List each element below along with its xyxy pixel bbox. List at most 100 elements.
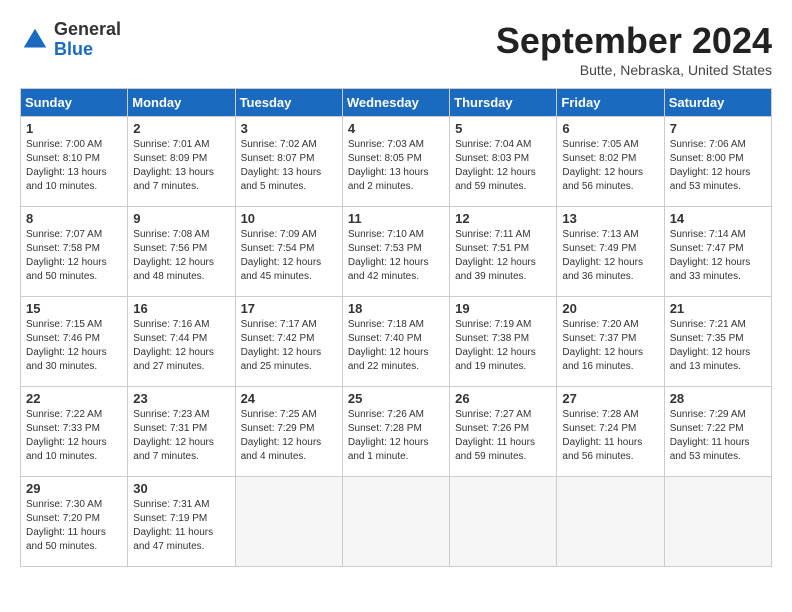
day-number: 1 bbox=[26, 121, 122, 136]
calendar-table: SundayMondayTuesdayWednesdayThursdayFrid… bbox=[20, 88, 772, 567]
day-number: 12 bbox=[455, 211, 551, 226]
day-number: 4 bbox=[348, 121, 444, 136]
day-number: 20 bbox=[562, 301, 658, 316]
day-number: 8 bbox=[26, 211, 122, 226]
calendar-day-cell: 21 Sunrise: 7:21 AM Sunset: 7:35 PM Dayl… bbox=[664, 297, 771, 387]
day-info: Sunrise: 7:23 AM Sunset: 7:31 PM Dayligh… bbox=[133, 408, 229, 464]
day-number: 5 bbox=[455, 121, 551, 136]
calendar-week-row: 15 Sunrise: 7:15 AM Sunset: 7:46 PM Dayl… bbox=[21, 297, 772, 387]
day-info: Sunrise: 7:21 AM Sunset: 7:35 PM Dayligh… bbox=[670, 318, 766, 374]
calendar-day-cell: 14 Sunrise: 7:14 AM Sunset: 7:47 PM Dayl… bbox=[664, 207, 771, 297]
calendar-day-cell: 17 Sunrise: 7:17 AM Sunset: 7:42 PM Dayl… bbox=[235, 297, 342, 387]
weekday-header: Monday bbox=[128, 89, 235, 117]
day-info: Sunrise: 7:30 AM Sunset: 7:20 PM Dayligh… bbox=[26, 498, 122, 554]
day-info: Sunrise: 7:07 AM Sunset: 7:58 PM Dayligh… bbox=[26, 228, 122, 284]
day-info: Sunrise: 7:25 AM Sunset: 7:29 PM Dayligh… bbox=[241, 408, 337, 464]
logo-text: General Blue bbox=[54, 20, 121, 60]
day-number: 6 bbox=[562, 121, 658, 136]
calendar-day-cell: 16 Sunrise: 7:16 AM Sunset: 7:44 PM Dayl… bbox=[128, 297, 235, 387]
weekday-header: Sunday bbox=[21, 89, 128, 117]
day-info: Sunrise: 7:00 AM Sunset: 8:10 PM Dayligh… bbox=[26, 138, 122, 194]
day-info: Sunrise: 7:05 AM Sunset: 8:02 PM Dayligh… bbox=[562, 138, 658, 194]
calendar-day-cell: 3 Sunrise: 7:02 AM Sunset: 8:07 PM Dayli… bbox=[235, 117, 342, 207]
day-number: 23 bbox=[133, 391, 229, 406]
calendar-day-cell bbox=[557, 477, 664, 567]
calendar-day-cell: 1 Sunrise: 7:00 AM Sunset: 8:10 PM Dayli… bbox=[21, 117, 128, 207]
day-info: Sunrise: 7:13 AM Sunset: 7:49 PM Dayligh… bbox=[562, 228, 658, 284]
day-number: 22 bbox=[26, 391, 122, 406]
day-number: 11 bbox=[348, 211, 444, 226]
day-info: Sunrise: 7:20 AM Sunset: 7:37 PM Dayligh… bbox=[562, 318, 658, 374]
weekday-header: Friday bbox=[557, 89, 664, 117]
calendar-header-row: SundayMondayTuesdayWednesdayThursdayFrid… bbox=[21, 89, 772, 117]
calendar-week-row: 1 Sunrise: 7:00 AM Sunset: 8:10 PM Dayli… bbox=[21, 117, 772, 207]
day-info: Sunrise: 7:17 AM Sunset: 7:42 PM Dayligh… bbox=[241, 318, 337, 374]
weekday-header: Saturday bbox=[664, 89, 771, 117]
day-info: Sunrise: 7:06 AM Sunset: 8:00 PM Dayligh… bbox=[670, 138, 766, 194]
day-info: Sunrise: 7:16 AM Sunset: 7:44 PM Dayligh… bbox=[133, 318, 229, 374]
calendar-day-cell: 28 Sunrise: 7:29 AM Sunset: 7:22 PM Dayl… bbox=[664, 387, 771, 477]
day-number: 7 bbox=[670, 121, 766, 136]
calendar-week-row: 8 Sunrise: 7:07 AM Sunset: 7:58 PM Dayli… bbox=[21, 207, 772, 297]
calendar-day-cell: 25 Sunrise: 7:26 AM Sunset: 7:28 PM Dayl… bbox=[342, 387, 449, 477]
calendar-day-cell: 5 Sunrise: 7:04 AM Sunset: 8:03 PM Dayli… bbox=[450, 117, 557, 207]
day-number: 19 bbox=[455, 301, 551, 316]
day-number: 24 bbox=[241, 391, 337, 406]
month-title: September 2024 bbox=[496, 20, 772, 62]
title-area: September 2024 Butte, Nebraska, United S… bbox=[496, 20, 772, 78]
day-number: 10 bbox=[241, 211, 337, 226]
calendar-day-cell: 8 Sunrise: 7:07 AM Sunset: 7:58 PM Dayli… bbox=[21, 207, 128, 297]
calendar-day-cell: 20 Sunrise: 7:20 AM Sunset: 7:37 PM Dayl… bbox=[557, 297, 664, 387]
calendar-day-cell: 26 Sunrise: 7:27 AM Sunset: 7:26 PM Dayl… bbox=[450, 387, 557, 477]
calendar-day-cell: 18 Sunrise: 7:18 AM Sunset: 7:40 PM Dayl… bbox=[342, 297, 449, 387]
calendar-day-cell: 27 Sunrise: 7:28 AM Sunset: 7:24 PM Dayl… bbox=[557, 387, 664, 477]
day-info: Sunrise: 7:18 AM Sunset: 7:40 PM Dayligh… bbox=[348, 318, 444, 374]
calendar-day-cell: 29 Sunrise: 7:30 AM Sunset: 7:20 PM Dayl… bbox=[21, 477, 128, 567]
day-info: Sunrise: 7:31 AM Sunset: 7:19 PM Dayligh… bbox=[133, 498, 229, 554]
logo-icon bbox=[20, 25, 50, 55]
calendar-week-row: 29 Sunrise: 7:30 AM Sunset: 7:20 PM Dayl… bbox=[21, 477, 772, 567]
day-info: Sunrise: 7:09 AM Sunset: 7:54 PM Dayligh… bbox=[241, 228, 337, 284]
day-info: Sunrise: 7:03 AM Sunset: 8:05 PM Dayligh… bbox=[348, 138, 444, 194]
day-info: Sunrise: 7:02 AM Sunset: 8:07 PM Dayligh… bbox=[241, 138, 337, 194]
day-number: 17 bbox=[241, 301, 337, 316]
location: Butte, Nebraska, United States bbox=[496, 62, 772, 78]
weekday-header: Thursday bbox=[450, 89, 557, 117]
calendar-day-cell: 2 Sunrise: 7:01 AM Sunset: 8:09 PM Dayli… bbox=[128, 117, 235, 207]
calendar-day-cell bbox=[342, 477, 449, 567]
day-info: Sunrise: 7:11 AM Sunset: 7:51 PM Dayligh… bbox=[455, 228, 551, 284]
calendar-day-cell: 4 Sunrise: 7:03 AM Sunset: 8:05 PM Dayli… bbox=[342, 117, 449, 207]
day-number: 28 bbox=[670, 391, 766, 406]
calendar-day-cell: 23 Sunrise: 7:23 AM Sunset: 7:31 PM Dayl… bbox=[128, 387, 235, 477]
day-info: Sunrise: 7:28 AM Sunset: 7:24 PM Dayligh… bbox=[562, 408, 658, 464]
day-number: 30 bbox=[133, 481, 229, 496]
day-info: Sunrise: 7:01 AM Sunset: 8:09 PM Dayligh… bbox=[133, 138, 229, 194]
day-info: Sunrise: 7:10 AM Sunset: 7:53 PM Dayligh… bbox=[348, 228, 444, 284]
calendar-day-cell: 7 Sunrise: 7:06 AM Sunset: 8:00 PM Dayli… bbox=[664, 117, 771, 207]
logo-general: General bbox=[54, 19, 121, 39]
day-info: Sunrise: 7:22 AM Sunset: 7:33 PM Dayligh… bbox=[26, 408, 122, 464]
weekday-header: Wednesday bbox=[342, 89, 449, 117]
calendar-day-cell: 13 Sunrise: 7:13 AM Sunset: 7:49 PM Dayl… bbox=[557, 207, 664, 297]
calendar-day-cell: 6 Sunrise: 7:05 AM Sunset: 8:02 PM Dayli… bbox=[557, 117, 664, 207]
day-number: 29 bbox=[26, 481, 122, 496]
logo: General Blue bbox=[20, 20, 121, 60]
day-number: 15 bbox=[26, 301, 122, 316]
calendar-day-cell: 11 Sunrise: 7:10 AM Sunset: 7:53 PM Dayl… bbox=[342, 207, 449, 297]
day-info: Sunrise: 7:14 AM Sunset: 7:47 PM Dayligh… bbox=[670, 228, 766, 284]
day-number: 26 bbox=[455, 391, 551, 406]
day-number: 13 bbox=[562, 211, 658, 226]
calendar-day-cell bbox=[235, 477, 342, 567]
calendar-week-row: 22 Sunrise: 7:22 AM Sunset: 7:33 PM Dayl… bbox=[21, 387, 772, 477]
calendar-day-cell: 10 Sunrise: 7:09 AM Sunset: 7:54 PM Dayl… bbox=[235, 207, 342, 297]
day-info: Sunrise: 7:19 AM Sunset: 7:38 PM Dayligh… bbox=[455, 318, 551, 374]
calendar-day-cell bbox=[664, 477, 771, 567]
calendar-day-cell bbox=[450, 477, 557, 567]
logo-blue: Blue bbox=[54, 39, 93, 59]
day-info: Sunrise: 7:04 AM Sunset: 8:03 PM Dayligh… bbox=[455, 138, 551, 194]
calendar-day-cell: 9 Sunrise: 7:08 AM Sunset: 7:56 PM Dayli… bbox=[128, 207, 235, 297]
calendar-day-cell: 19 Sunrise: 7:19 AM Sunset: 7:38 PM Dayl… bbox=[450, 297, 557, 387]
day-number: 3 bbox=[241, 121, 337, 136]
calendar-day-cell: 24 Sunrise: 7:25 AM Sunset: 7:29 PM Dayl… bbox=[235, 387, 342, 477]
day-number: 21 bbox=[670, 301, 766, 316]
